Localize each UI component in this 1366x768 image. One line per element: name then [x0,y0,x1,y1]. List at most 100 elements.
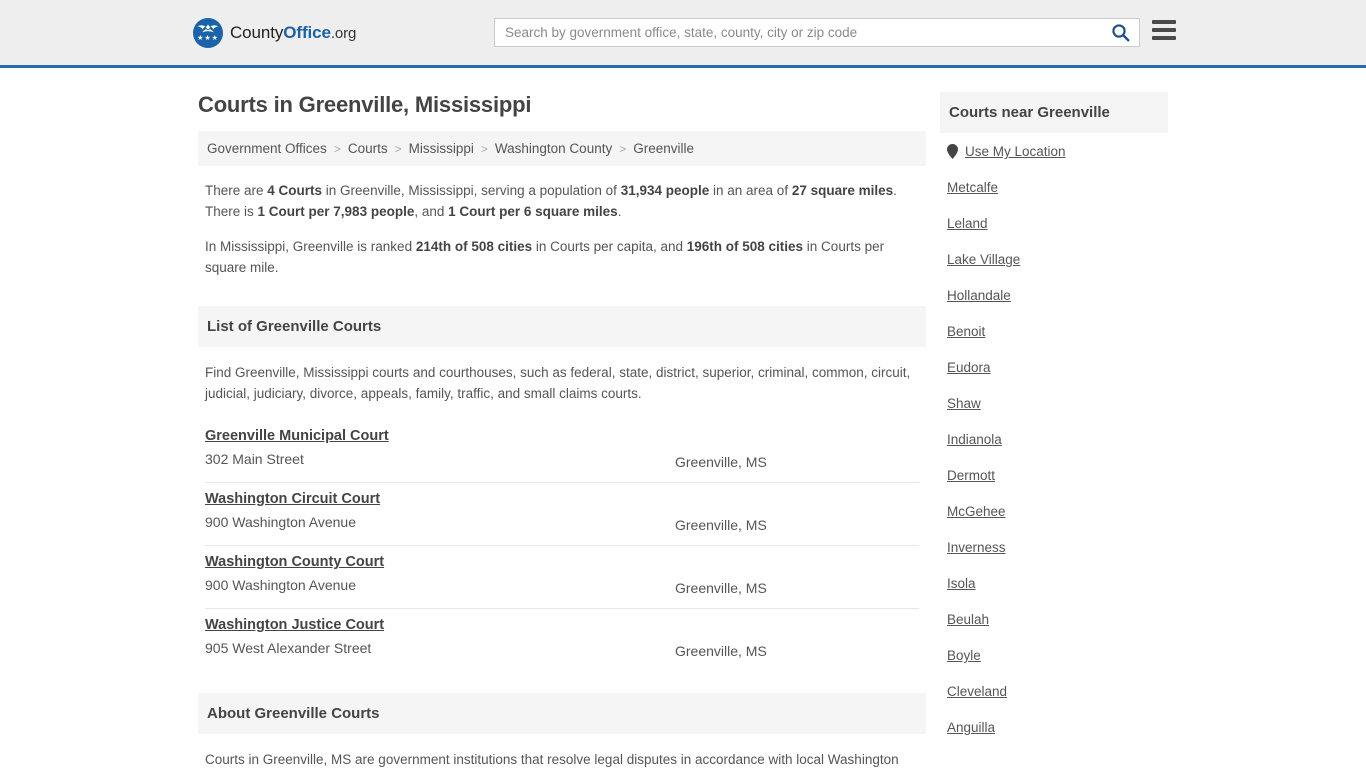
sidebar-item-shaw[interactable]: Shaw [947,385,1161,421]
breadcrumb-item-greenville[interactable]: Greenville [633,141,694,156]
sidebar-item-isola[interactable]: Isola [947,565,1161,601]
stat-text: in Courts per capita, and [532,239,687,254]
eagle-seal-icon: ★★★ [193,18,223,48]
page-title: Courts in Greenville, Mississippi [198,92,532,117]
court-name-link[interactable]: Washington Justice Court [205,617,384,633]
city-link[interactable]: Hollandale [947,288,1011,303]
stat-text: There are [205,183,268,198]
hamburger-bar [1152,20,1176,24]
content-row: Courts in Greenville, Mississippi Govern… [198,68,1168,768]
sidebar: Courts near Greenville Use My Location M… [940,68,1168,745]
sidebar-item-eudora[interactable]: Eudora [947,349,1161,385]
sidebar-item-lake-village[interactable]: Lake Village [947,241,1161,277]
site-logo[interactable]: ★★★ CountyOffice.org [193,18,356,48]
city-link[interactable]: Dermott [947,468,995,483]
city-link[interactable]: Anguilla [947,720,995,735]
city-link[interactable]: Metcalfe [947,180,998,195]
court-name-link[interactable]: Washington County Court [205,554,384,570]
stars-glyph: ★★★ [197,35,219,42]
sidebar-item-beulah[interactable]: Beulah [947,601,1161,637]
sidebar-item-metcalfe[interactable]: Metcalfe [947,169,1161,205]
stat-court-count: 4 Courts [267,183,323,198]
sidebar-city-list: Use My Location Metcalfe Leland Lake Vil… [940,133,1168,745]
breadcrumb-item-mississippi[interactable]: Mississippi [409,141,474,156]
court-city-state: Greenville, MS [675,454,767,470]
sidebar-item-leland[interactable]: Leland [947,205,1161,241]
sidebar-item-inverness[interactable]: Inverness [947,529,1161,565]
stat-area: 27 square miles [791,183,894,198]
sidebar-item-use-my-location[interactable]: Use My Location [947,133,1161,169]
logo-text-county: County [230,23,284,42]
about-section-body: Courts in Greenville, MS are government … [205,752,899,767]
statistics-section: There are 4 Courts in Greenville, Missis… [198,166,926,284]
court-address: 900 Washington Avenue [205,577,357,593]
stat-text: in an area of [709,183,792,198]
site-header: ★★★ CountyOffice.org [0,0,1366,68]
court-info: Greenville Municipal Court 302 Main Stre… [205,427,675,467]
city-link[interactable]: Indianola [947,432,1002,447]
list-section-heading: List of Greenville Courts [198,306,926,347]
city-link[interactable]: Lake Village [947,252,1020,267]
sidebar-item-hollandale[interactable]: Hollandale [947,277,1161,313]
sidebar-item-boyle[interactable]: Boyle [947,637,1161,673]
city-link[interactable]: Eudora [947,360,991,375]
court-city-state: Greenville, MS [675,580,767,596]
sidebar-heading: Courts near Greenville [940,92,1168,133]
city-link[interactable]: Boyle [947,648,981,663]
search-button[interactable] [1101,19,1139,46]
stat-rank-per-square-mile: 196th of 508 cities [686,239,804,254]
main-column: Courts in Greenville, Mississippi Govern… [198,68,926,768]
breadcrumb-separator: > [394,141,402,156]
stat-text: . [617,204,622,219]
hamburger-menu-icon[interactable] [1152,20,1176,40]
search-box [494,18,1140,47]
breadcrumb-separator: > [333,141,341,156]
city-link[interactable]: Inverness [947,540,1006,555]
table-row: Washington County Court 900 Washington A… [205,546,919,609]
breadcrumb-separator: > [619,141,627,156]
sidebar-item-indianola[interactable]: Indianola [947,421,1161,457]
search-input[interactable] [495,19,1101,46]
breadcrumb-item-government-offices[interactable]: Government Offices [207,141,327,156]
court-city-state: Greenville, MS [675,517,767,533]
court-name-link[interactable]: Greenville Municipal Court [205,428,389,444]
breadcrumb-separator: > [480,141,488,156]
sidebar-item-anguilla[interactable]: Anguilla [947,709,1161,745]
sidebar-item-cleveland[interactable]: Cleveland [947,673,1161,709]
sidebar-item-dermott[interactable]: Dermott [947,457,1161,493]
sidebar-item-mcgehee[interactable]: McGehee [947,493,1161,529]
sidebar-item-benoit[interactable]: Benoit [947,313,1161,349]
city-link[interactable]: Shaw [947,396,981,411]
page-container: Courts in Greenville, Mississippi Govern… [0,68,1366,768]
city-link[interactable]: Cleveland [947,684,1007,699]
breadcrumb: Government Offices > Courts > Mississipp… [198,131,926,166]
stat-text: , and [414,204,449,219]
logo-text-office: Office [283,23,331,42]
hamburger-bar [1152,36,1176,40]
table-row: Washington Circuit Court 900 Washington … [205,483,919,546]
court-info: Washington Circuit Court 900 Washington … [205,490,675,530]
court-city-state: Greenville, MS [675,643,767,659]
city-link[interactable]: Leland [947,216,988,231]
use-my-location-link[interactable]: Use My Location [965,144,1066,159]
map-pin-icon [947,144,958,159]
city-link[interactable]: Beulah [947,612,989,627]
court-name-link[interactable]: Washington Circuit Court [205,491,380,507]
court-info: Washington Justice Court 905 West Alexan… [205,616,675,656]
city-link[interactable]: Isola [947,576,976,591]
court-info: Washington County Court 900 Washington A… [205,553,675,593]
search-icon [1111,24,1129,42]
city-link[interactable]: McGehee [947,504,1006,519]
court-address: 302 Main Street [205,451,304,467]
court-address: 905 West Alexander Street [205,640,372,656]
breadcrumb-item-washington-county[interactable]: Washington County [495,141,612,156]
court-list: Greenville Municipal Court 302 Main Stre… [198,420,926,671]
stat-courts-per-area: 1 Court per 6 square miles [448,204,618,219]
breadcrumb-item-courts[interactable]: Courts [348,141,388,156]
list-section-description: Find Greenville, Mississippi courts and … [205,365,911,401]
court-address: 900 Washington Avenue [205,514,357,530]
city-link[interactable]: Benoit [947,324,985,339]
statistics-paragraph-counts: There are 4 Courts in Greenville, Missis… [205,180,919,222]
table-row: Washington Justice Court 905 West Alexan… [205,609,919,671]
stat-text: In Mississippi, Greenville is ranked [205,239,416,254]
